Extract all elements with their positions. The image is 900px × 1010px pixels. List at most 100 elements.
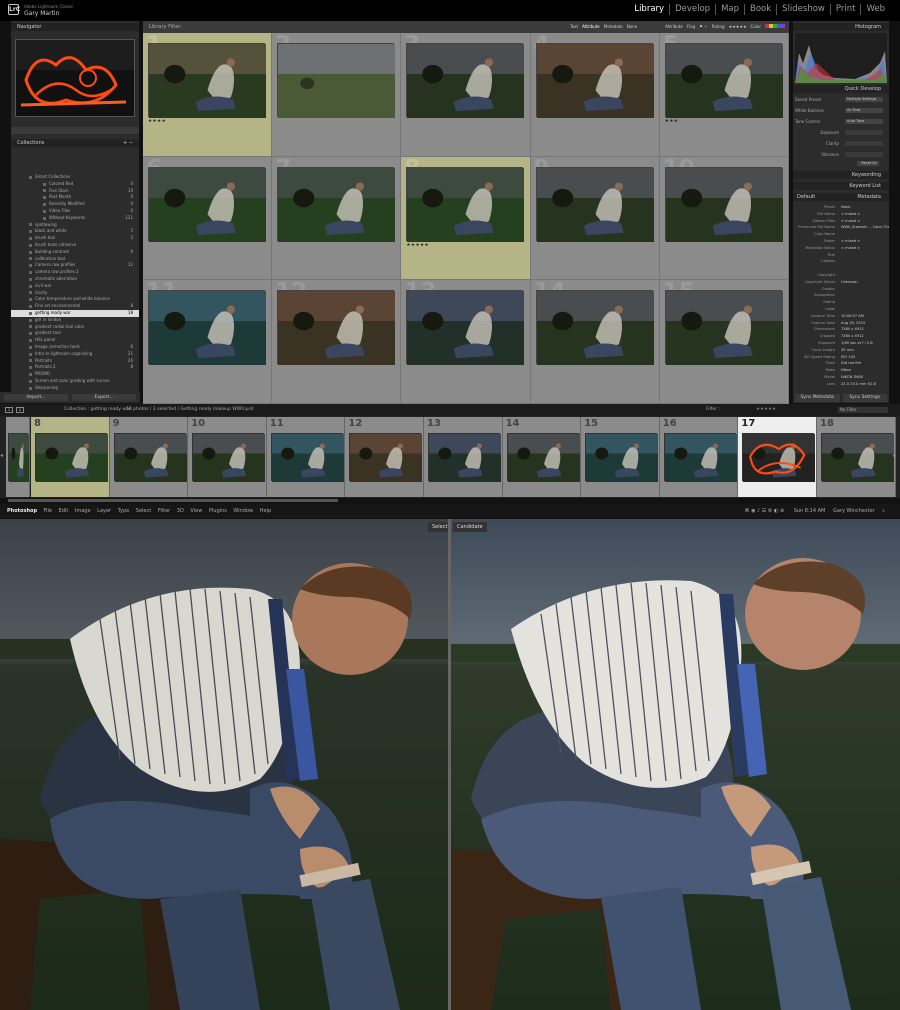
grid-cell[interactable]: 11 xyxy=(143,280,273,404)
ps-menu-layer[interactable]: Layer xyxy=(97,508,111,514)
exposure-stepper[interactable] xyxy=(845,130,883,135)
export-button[interactable]: Export... xyxy=(72,394,136,401)
collection-item[interactable]: Video Files 0 xyxy=(11,208,139,215)
metadata-value[interactable]: Aug 18, 2019 xyxy=(841,320,865,327)
metadata-value[interactable]: < mixed > xyxy=(841,218,860,225)
filter-metadata-tab[interactable]: Metadata xyxy=(604,23,623,31)
filter-none-tab[interactable]: None xyxy=(627,23,637,31)
search-icon[interactable]: ⌕ xyxy=(882,508,885,514)
sync-settings-button[interactable]: Sync Settings xyxy=(842,394,887,402)
filmstrip-thumbnail[interactable] xyxy=(35,433,108,482)
grid-cell-stars[interactable]: ★★★★ xyxy=(148,119,166,124)
collection-item[interactable]: girl in london xyxy=(11,317,139,324)
collection-item[interactable]: Five Stars 10 xyxy=(11,188,139,195)
metadata-value[interactable]: Unknown xyxy=(841,279,858,286)
module-library[interactable]: Library xyxy=(629,4,669,15)
metadata-value[interactable]: NIKON D800 xyxy=(841,374,863,381)
filmstrip-thumbnail[interactable] xyxy=(821,433,894,482)
filmstrip-left-arrow-icon[interactable]: ◂ xyxy=(0,452,3,459)
page-2-button[interactable]: 2 xyxy=(16,407,24,413)
collection-item[interactable]: Portraits 26 xyxy=(11,358,139,365)
metadata-value[interactable]: 10:00:07 AM xyxy=(841,313,864,320)
grid-cell[interactable]: 15 xyxy=(659,280,789,404)
white-balance-select[interactable]: As Shot xyxy=(845,108,883,113)
metadata-preset-select[interactable]: Default xyxy=(797,193,815,201)
module-map[interactable]: Map xyxy=(715,4,744,15)
module-book[interactable]: Book xyxy=(744,4,776,15)
ps-menu-edit[interactable]: Edit xyxy=(59,508,69,514)
filmstrip-cell[interactable]: 17 xyxy=(738,417,817,497)
keywording-header[interactable]: Keywording xyxy=(793,171,889,179)
grid-cell[interactable]: 12 xyxy=(272,280,402,404)
histogram-header[interactable]: Histogram xyxy=(793,23,889,31)
status-icons[interactable]: ⌘ ◉ ♪ ☰ ⚙ ◐ ⊕ xyxy=(745,508,785,514)
add-collection-icon[interactable]: + − xyxy=(123,139,133,147)
filmstrip-thumbnail[interactable] xyxy=(742,433,816,482)
reset-all-button[interactable]: Reset All xyxy=(857,161,879,166)
metadata-value[interactable]: 24.0-70.0 mm f/2.8 xyxy=(841,381,876,388)
ps-menu-window[interactable]: Window xyxy=(233,508,253,514)
filmstrip-thumbnail[interactable] xyxy=(270,433,344,482)
collection-item[interactable]: camera raw profiles 2 xyxy=(11,269,139,276)
grid-thumbnail[interactable] xyxy=(664,166,783,242)
ps-menu-plugins[interactable]: Plugins xyxy=(209,508,227,514)
collection-item[interactable]: Smart Collections xyxy=(11,174,139,181)
filmstrip-right-arrow-icon[interactable]: ▸ xyxy=(893,452,896,459)
grid-thumbnail[interactable] xyxy=(277,166,396,242)
filmstrip-filter-select[interactable]: No Filter xyxy=(838,407,888,413)
metadata-value[interactable]: 7360 x 4912 xyxy=(841,333,864,340)
metadata-header[interactable]: Default Metadata xyxy=(793,193,889,201)
filmstrip-cell[interactable]: 13 xyxy=(424,417,503,497)
grid-cell[interactable]: 10 xyxy=(659,156,789,281)
filmstrip-cell[interactable] xyxy=(6,417,30,497)
filmstrip-cell[interactable]: 12 xyxy=(345,417,424,497)
ps-menu-view[interactable]: View xyxy=(190,508,202,514)
metadata-value[interactable]: Nikon xyxy=(841,367,851,374)
filmstrip-cell[interactable]: 14 xyxy=(502,417,582,497)
collection-item[interactable]: getting ready war 18 xyxy=(11,309,139,317)
grid-cell[interactable]: 4 xyxy=(530,33,660,157)
filmstrip-rating-stars[interactable]: ★★★★★ xyxy=(756,404,776,416)
metadata-value[interactable]: None xyxy=(841,204,850,211)
candidate-pane[interactable]: Candidate xyxy=(451,519,900,1010)
metadata-value[interactable]: ISO 100 xyxy=(841,354,855,361)
grid-cell[interactable]: 2 xyxy=(272,33,402,157)
collections-header[interactable]: Collections + − xyxy=(11,139,139,147)
grid-cell[interactable]: 5★★★ xyxy=(659,33,789,157)
filmstrip-thumbnail[interactable] xyxy=(585,433,659,482)
grid-cell-stars[interactable]: ★★★★★ xyxy=(406,243,429,248)
grid-cell[interactable]: 8★★★★★ xyxy=(401,156,531,281)
rating-stars-icon[interactable]: ★★★★★ xyxy=(729,23,747,31)
import-button[interactable]: Import... xyxy=(4,394,68,401)
page-1-button[interactable]: 1 xyxy=(5,407,13,413)
metadata-value[interactable]: Did not fire xyxy=(841,360,861,367)
grid-cell[interactable]: 14 xyxy=(530,280,660,404)
filmstrip-cell[interactable]: 18 xyxy=(817,417,896,497)
collection-item[interactable]: Fine art environmental 8 xyxy=(11,303,139,310)
filmstrip-thumbnail[interactable] xyxy=(349,433,423,482)
metadata-value[interactable]: 35 mm xyxy=(841,347,854,354)
photoshop-app-menu[interactable]: Photoshop xyxy=(7,508,37,514)
filmstrip-thumbnail[interactable] xyxy=(663,433,737,482)
grid-thumbnail[interactable] xyxy=(148,166,266,242)
color-label-swatches[interactable] xyxy=(765,23,785,31)
grid-thumbnail[interactable] xyxy=(664,43,783,118)
collection-item[interactable]: Building contrast 6 xyxy=(11,249,139,256)
filmstrip-cell[interactable]: 16 xyxy=(659,417,739,497)
ps-menu-help[interactable]: Help xyxy=(260,508,271,514)
quick-develop-header[interactable]: Quick Develop xyxy=(793,85,889,93)
collection-item[interactable]: Screen and color grading with curves xyxy=(11,378,139,385)
filmstrip-thumbnail[interactable] xyxy=(428,433,501,482)
filmstrip-cell[interactable]: 15 xyxy=(581,417,660,497)
module-slideshow[interactable]: Slideshow xyxy=(776,4,830,15)
grid-cell[interactable]: 3 xyxy=(401,33,531,157)
ps-menu-image[interactable]: Image xyxy=(75,508,91,514)
collection-item[interactable]: black and white 5 xyxy=(11,228,139,235)
ps-menu-file[interactable]: File xyxy=(44,508,52,514)
filmstrip-thumbnail[interactable] xyxy=(506,433,580,482)
collection-item[interactable]: Color temperature and white balance xyxy=(11,296,139,303)
ps-menu-select[interactable]: Select xyxy=(136,508,151,514)
grid-cell[interactable]: 7 xyxy=(272,156,402,281)
grid-thumbnail[interactable] xyxy=(148,290,266,366)
grid-thumbnail[interactable] xyxy=(535,166,654,242)
